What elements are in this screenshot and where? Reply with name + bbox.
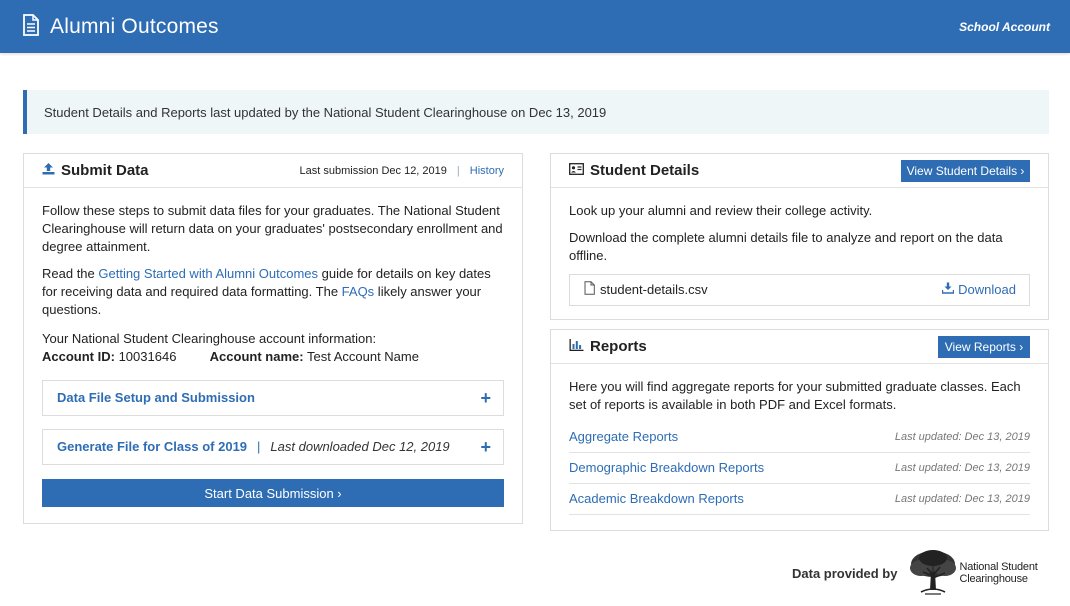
update-notice-text: Student Details and Reports last updated…: [44, 104, 607, 120]
nsc-logo-text: National Student Clearinghouse: [959, 561, 1038, 585]
report-row: Academic Breakdown Reports Last updated:…: [569, 484, 1030, 515]
file-name: student-details.csv: [584, 280, 708, 300]
reports-intro: Here you will find aggregate reports for…: [569, 379, 1021, 412]
student-details-title: Student Details: [569, 162, 699, 179]
data-file-setup-label: Data File Setup and Submission: [57, 390, 255, 405]
file-icon: [584, 280, 595, 300]
upload-icon: [42, 162, 55, 179]
download-description: Download the complete alumni details fil…: [569, 230, 1003, 263]
data-file-setup-accordion[interactable]: Data File Setup and Submission +: [42, 380, 504, 416]
account-id-value: 10031646: [118, 349, 177, 364]
generate-file-label: Generate File for Class of 2019: [57, 439, 248, 454]
submit-data-panel: Submit Data Last submission Dec 12, 2019…: [23, 153, 523, 524]
reports-panel: Reports View Reports › Here you will fin…: [550, 329, 1049, 531]
app-title: Alumni Outcomes: [50, 14, 219, 38]
submission-meta: Last submission Dec 12, 2019 | History: [300, 165, 504, 177]
reports-title: Reports: [569, 338, 647, 355]
footer-attribution: Data provided by National Student Cleari…: [792, 548, 1052, 598]
report-row: Aggregate Reports Last updated: Dec 13, …: [569, 422, 1030, 453]
submit-data-body: Follow these steps to submit data files …: [24, 188, 522, 507]
reports-header: Reports View Reports ›: [551, 330, 1048, 364]
submit-data-title: Submit Data: [42, 162, 149, 179]
account-name-value: Test Account Name: [306, 349, 419, 364]
lookup-text: Look up your alumni and review their col…: [569, 203, 873, 218]
nsc-logo: National Student Clearinghouse: [907, 548, 1038, 599]
student-details-body: Look up your alumni and review their col…: [551, 188, 1048, 306]
generate-file-accordion[interactable]: Generate File for Class of 2019 | Last dow…: [42, 429, 504, 465]
last-downloaded-text: Last downloaded Dec 12, 2019: [270, 439, 450, 454]
aggregate-reports-link[interactable]: Aggregate Reports: [569, 428, 678, 446]
bar-chart-icon: [569, 338, 584, 355]
account-info-label: Your National Student Clearinghouse acco…: [42, 331, 377, 346]
account-info-values: Account ID: 10031646 Account name: Test …: [42, 348, 504, 366]
app-brand: Alumni Outcomes: [22, 14, 219, 39]
student-details-file-row: student-details.csv Download: [569, 274, 1030, 306]
start-data-submission-button[interactable]: Start Data Submission ›: [42, 479, 504, 507]
account-id-label: Account ID:: [42, 349, 115, 364]
report-last-updated: Last updated: Dec 13, 2019: [894, 493, 1030, 505]
last-submission-text: Last submission Dec 12, 2019: [299, 164, 447, 177]
reports-body: Here you will find aggregate reports for…: [551, 364, 1048, 515]
document-icon: [22, 14, 40, 39]
guide-paragraph: Read the Getting Started with Alumni Out…: [42, 266, 491, 317]
data-provided-by-text: Data provided by: [792, 565, 898, 581]
view-reports-button[interactable]: View Reports ›: [938, 335, 1030, 358]
report-last-updated: Last updated: Dec 13, 2019: [894, 462, 1030, 474]
update-notice: Student Details and Reports last updated…: [23, 90, 1049, 134]
submit-data-header: Submit Data Last submission Dec 12, 2019…: [24, 154, 522, 188]
academic-breakdown-reports-link[interactable]: Academic Breakdown Reports: [569, 490, 744, 508]
demographic-breakdown-reports-link[interactable]: Demographic Breakdown Reports: [569, 459, 764, 477]
download-link[interactable]: Download: [941, 281, 1016, 299]
school-account-link[interactable]: School Account: [959, 20, 1050, 34]
getting-started-guide-link[interactable]: Getting Started with Alumni Outcomes: [98, 266, 318, 281]
faqs-link[interactable]: FAQs: [342, 284, 375, 299]
student-details-header: Student Details View Student Details ›: [551, 154, 1048, 188]
expand-plus-icon: +: [480, 437, 491, 457]
history-link[interactable]: History: [470, 165, 504, 177]
expand-plus-icon: +: [480, 388, 491, 408]
report-last-updated: Last updated: Dec 13, 2019: [894, 431, 1030, 443]
submit-intro: Follow these steps to submit data files …: [42, 203, 503, 254]
student-details-panel: Student Details View Student Details › L…: [550, 153, 1049, 320]
view-student-details-button[interactable]: View Student Details ›: [901, 159, 1030, 182]
id-card-icon: [569, 162, 584, 179]
download-icon: [941, 281, 955, 299]
app-header: Alumni Outcomes School Account: [0, 0, 1070, 53]
account-info: Your National Student Clearinghouse acco…: [42, 330, 504, 366]
generate-file-heading: Generate File for Class of 2019 | Last dow…: [57, 439, 450, 454]
report-row: Demographic Breakdown Reports Last updat…: [569, 453, 1030, 484]
account-name-label: Account name:: [209, 349, 304, 364]
report-list: Aggregate Reports Last updated: Dec 13, …: [569, 422, 1030, 515]
header-separator: |: [456, 164, 460, 177]
tree-logo-icon: [907, 548, 959, 599]
